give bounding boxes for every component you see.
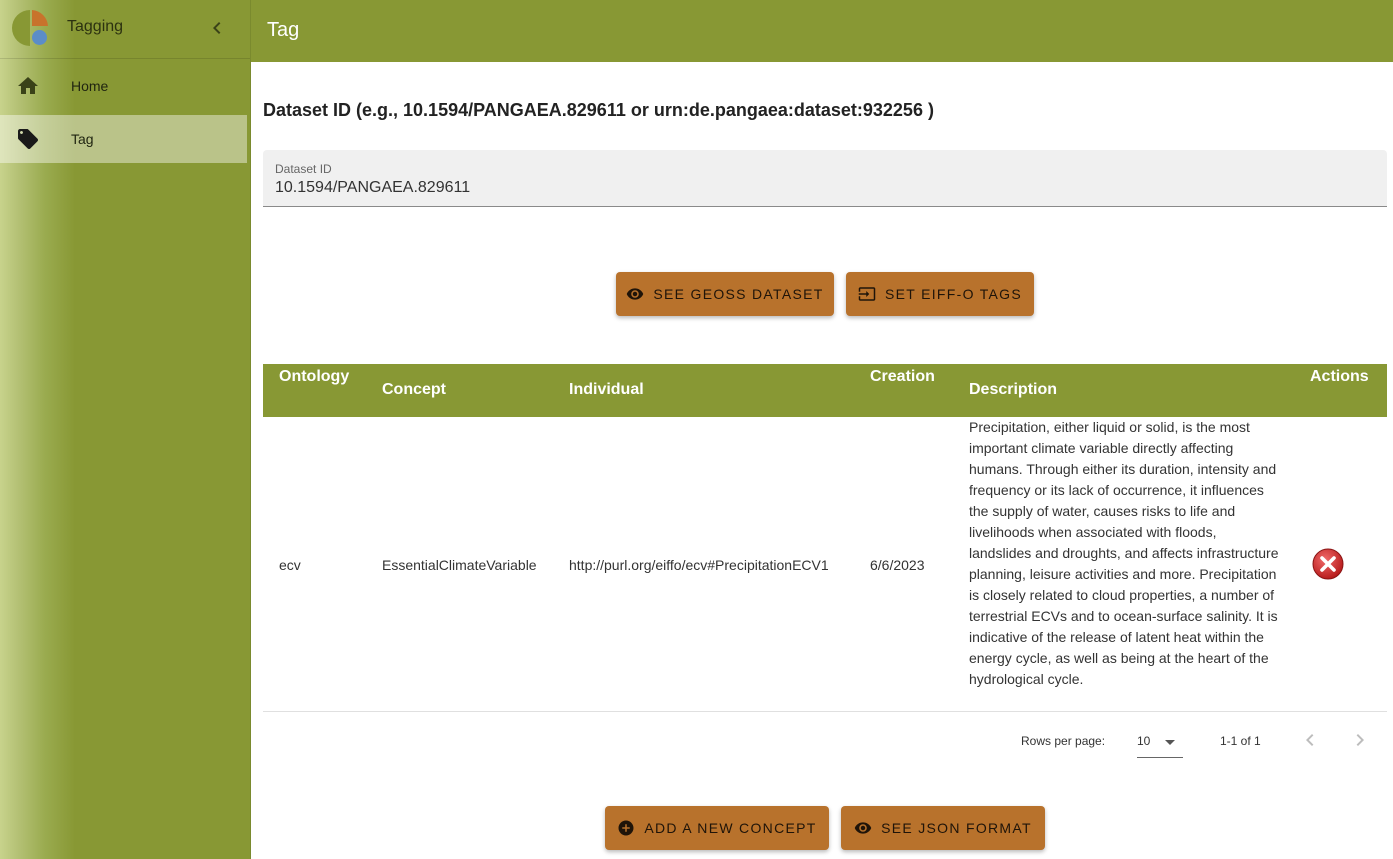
input-icon [858,287,876,301]
sidebar-item-label: Home [71,78,109,94]
add-circle-icon [618,820,634,836]
dataset-section-title: Dataset ID (e.g., 10.1594/PANGAEA.829611… [263,100,934,120]
eye-icon [854,822,872,834]
app-bar: Tag [251,0,1393,62]
chevron-left-icon[interactable] [205,16,229,40]
cell-individual: http://purl.org/eiffo/ecv#PrecipitationE… [569,557,829,573]
add-new-concept-label: ADD A NEW CONCEPT [644,820,817,836]
home-icon [18,77,38,94]
header-concept: Concept [382,381,446,398]
chevron-left-icon[interactable] [1298,728,1322,752]
add-new-concept-button[interactable]: ADD A NEW CONCEPT [605,806,829,850]
caret-down-icon [1165,740,1175,745]
dataset-id-label: Dataset ID [275,162,332,176]
cell-ontology: ecv [279,557,301,573]
set-eiff-o-tags-label: SET EIFF-O TAGS [885,286,1022,302]
table-pagination: Rows per page: 10 1-1 of 1 [263,712,1387,770]
header-individual: Individual [569,381,644,398]
rows-per-page-value: 10 [1137,734,1151,748]
header-actions: Actions [1310,368,1369,385]
see-json-format-label: SEE JSON FORMAT [881,820,1032,836]
rows-per-page-label: Rows per page: [1021,734,1106,748]
app-title: Tagging [67,18,124,35]
pagination-range: 1-1 of 1 [1220,734,1261,748]
sidebar-header: Tagging [0,0,250,59]
header-ontology: Ontology [279,368,350,385]
sidebar-item-label: Tag [71,131,94,147]
sidebar-item-tag[interactable]: Tag [0,115,247,163]
see-geoss-dataset-label: SEE GEOSS DATASET [653,286,824,302]
sidebar-item-home[interactable]: Home [0,62,247,110]
see-json-format-button[interactable]: SEE JSON FORMAT [841,806,1045,850]
table-header: Ontology Concept Individual Creation Des… [263,364,1387,417]
header-description: Description [969,381,1058,398]
dataset-id-input[interactable] [275,177,1375,199]
table-row: ecv EssentialClimateVariable http://purl… [263,417,1387,712]
delete-icon[interactable] [1312,548,1344,580]
cell-creation: 6/6/2023 [870,557,925,573]
rows-per-page-select[interactable]: 10 [1137,730,1183,758]
cell-concept: EssentialClimateVariable [382,557,537,573]
eye-icon [627,288,644,300]
chevron-right-icon[interactable] [1348,728,1372,752]
header-creation: Creation [870,368,935,385]
set-eiff-o-tags-button[interactable]: SET EIFF-O TAGS [846,272,1034,316]
sidebar: Tagging Home Tag [0,0,251,859]
dataset-id-field[interactable]: Dataset ID [263,150,1387,207]
cell-description: Precipitation, either liquid or solid, i… [969,419,1279,687]
tag-icon [18,129,38,149]
app-logo [12,10,48,46]
see-geoss-dataset-button[interactable]: SEE GEOSS DATASET [616,272,834,316]
page-title: Tag [267,19,300,41]
